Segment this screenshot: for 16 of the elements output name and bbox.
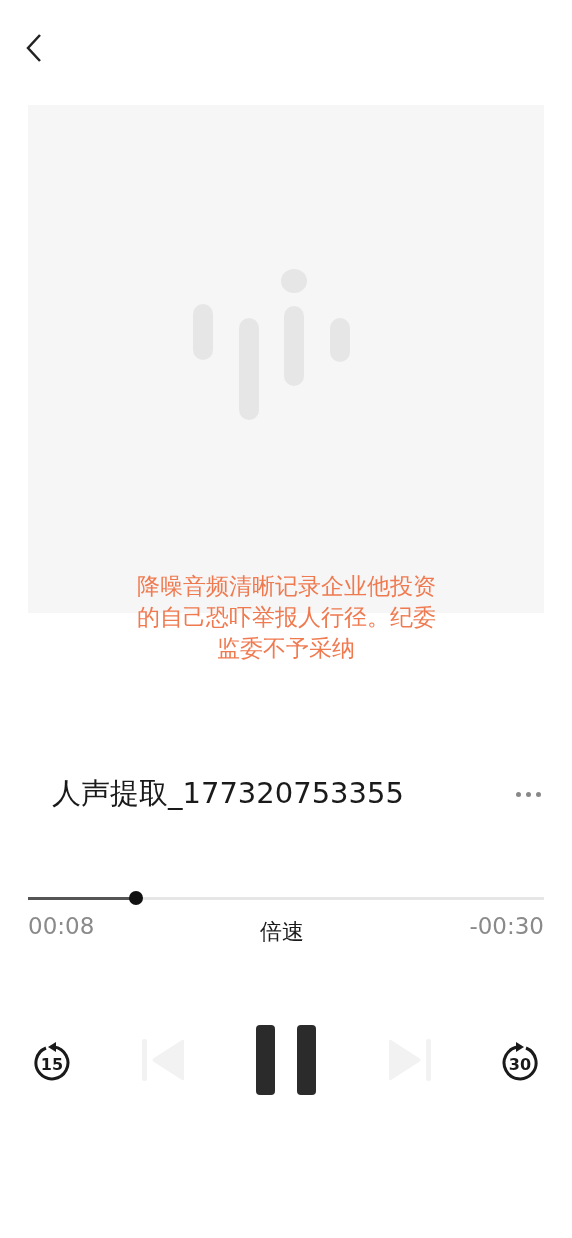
rewind-circle-icon	[32, 1039, 72, 1081]
progress-thumb[interactable]	[129, 891, 144, 905]
pause-icon	[256, 1025, 316, 1095]
back-icon	[26, 33, 42, 63]
speed-button[interactable]: 倍速	[259, 917, 304, 947]
pause-button[interactable]	[255, 1025, 317, 1095]
remaining-time: -00:30	[469, 912, 544, 941]
seconds-label: 15	[40, 1057, 64, 1073]
skip-forward-button[interactable]: 30	[500, 1039, 540, 1081]
seconds-label: 30	[508, 1057, 532, 1073]
elapsed-time: 00:08	[28, 912, 95, 941]
track-title: 人声提取_177320753355	[52, 775, 404, 813]
forward-circle-icon	[500, 1039, 540, 1081]
subtitle-text: 降噪音频清晰记录企业他投资的自己恐吓举报人行径。纪委监委不予采纳	[135, 572, 437, 663]
progress-track[interactable]	[28, 891, 544, 905]
skip-back-button[interactable]: 15	[32, 1039, 72, 1081]
